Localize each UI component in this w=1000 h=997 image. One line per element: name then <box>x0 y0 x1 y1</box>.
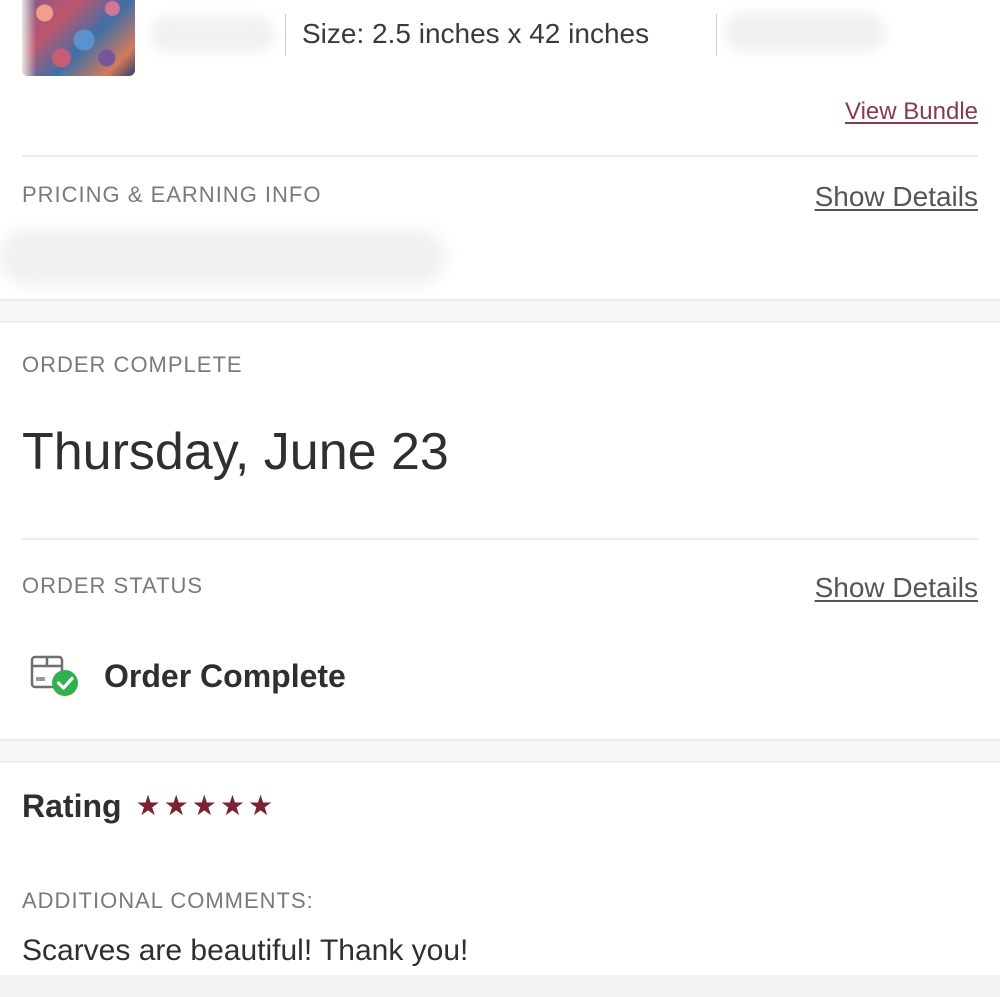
item-size: Size: 2.5 inches x 42 inches <box>302 18 650 49</box>
rating-stars: ★ ★ ★ ★ ★ <box>136 791 274 821</box>
star-icon: ★ <box>219 790 245 821</box>
order-complete-date: Thursday, June 23 <box>22 423 449 481</box>
additional-comments-label: ADDITIONAL COMMENTS: <box>22 888 314 913</box>
section-gap <box>0 739 1000 763</box>
order-status-show-details-link[interactable]: Show Details <box>815 571 978 605</box>
order-status-row: Order Complete <box>22 650 346 702</box>
rating-title: Rating <box>22 788 122 824</box>
order-complete-label: ORDER COMPLETE <box>22 352 243 377</box>
item-thumbnail[interactable] <box>22 0 135 76</box>
pricing-section-label: PRICING & EARNING INFO <box>22 182 322 207</box>
item-row: Size: 2.5 inches x 42 inches <box>0 0 1000 90</box>
divider <box>285 14 286 56</box>
bottom-band <box>0 975 1000 997</box>
pricing-show-details-link[interactable]: Show Details <box>815 180 978 214</box>
redacted-area <box>725 12 885 52</box>
star-icon: ★ <box>163 790 189 821</box>
section-gap <box>0 299 1000 323</box>
star-icon: ★ <box>135 790 161 821</box>
order-status-label: ORDER STATUS <box>22 573 204 598</box>
package-check-icon <box>22 650 82 702</box>
divider <box>22 155 978 157</box>
additional-comments-text: Scarves are beautiful! Thank you! <box>22 934 469 967</box>
view-bundle-link[interactable]: View Bundle <box>845 97 978 127</box>
order-status-text: Order Complete <box>104 658 346 694</box>
redacted-area <box>0 230 445 285</box>
rating-row: Rating ★ ★ ★ ★ ★ <box>22 786 273 826</box>
star-icon: ★ <box>191 790 217 821</box>
divider <box>22 538 978 540</box>
redacted-area <box>150 16 275 52</box>
star-icon: ★ <box>247 790 274 821</box>
divider <box>716 14 717 56</box>
